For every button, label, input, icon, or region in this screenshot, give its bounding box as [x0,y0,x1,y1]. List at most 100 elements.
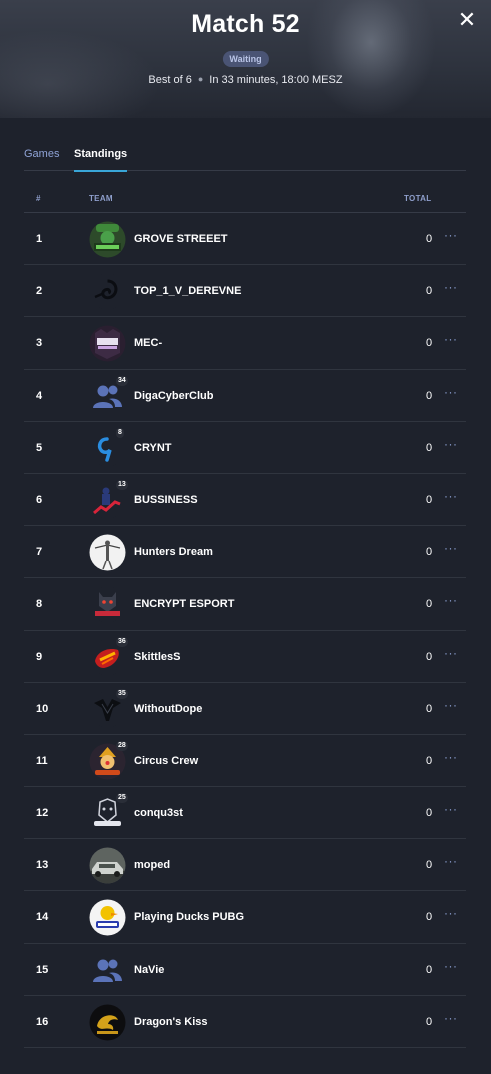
row-total: 0 [426,911,433,924]
team-logo [89,847,126,884]
table-row[interactable]: 5 8 CRYNT 0 ··· [24,422,466,474]
row-total: 0 [426,650,433,663]
team-logo [89,221,126,258]
table-row[interactable]: 10 35 WithoutDope 0 ··· [24,683,466,735]
member-count-badge: 28 [116,740,128,751]
team-name[interactable]: GROVE STREEET [134,233,228,245]
row-total: 0 [426,233,433,245]
row-total: 0 [426,807,433,820]
more-horizontal-icon[interactable]: ··· [444,541,462,555]
team-name[interactable]: conqu3st [134,807,183,819]
table-row[interactable]: 7 Hunters Dream 0 ··· [24,526,466,579]
team-logo [89,325,126,362]
row-rank: 4 [36,389,43,402]
moped-car-logo [89,847,126,884]
spiral-logo [89,273,126,310]
tab-standings[interactable]: Standings [74,148,128,172]
more-horizontal-icon[interactable]: ··· [444,750,462,764]
team-name[interactable]: NaVie [134,964,164,976]
table-row[interactable]: 8 ENCRYPT ESPORT 0 ··· [24,578,466,631]
row-rank: 9 [36,650,43,663]
column-rank: # [36,194,41,203]
team-name[interactable]: SkittlesS [134,651,180,663]
row-rank: 5 [36,441,43,454]
more-horizontal-icon[interactable]: ··· [444,854,462,868]
team-name[interactable]: Circus Crew [134,755,198,767]
row-total: 0 [426,859,433,872]
table-row[interactable]: 12 25 conqu3st 0 ··· [24,787,466,840]
close-icon[interactable]: ✕ [457,9,477,31]
more-horizontal-icon[interactable]: ··· [444,332,462,346]
table-row[interactable]: 14 Playing Ducks PUBG 0 ··· [24,891,466,944]
more-horizontal-icon[interactable]: ··· [444,593,462,607]
more-horizontal-icon[interactable]: ··· [444,228,462,242]
tab-bar: Games Standings [24,148,466,172]
team-name[interactable]: ENCRYPT ESPORT [134,598,234,610]
row-rank: 11 [36,754,48,767]
encrypt-logo [89,586,126,623]
team-logo [89,899,126,936]
team-name[interactable]: BUSSINESS [134,494,198,506]
more-horizontal-icon[interactable]: ··· [444,1011,462,1025]
tab-games[interactable]: Games [24,148,59,171]
team-name[interactable]: Hunters Dream [134,546,213,558]
more-horizontal-icon[interactable]: ··· [444,437,462,451]
member-count-badge: 25 [116,793,128,804]
table-row[interactable]: 6 13 BUSSINESS 0 ··· [24,474,466,527]
more-horizontal-icon[interactable]: ··· [444,906,462,920]
team-logo [89,273,126,310]
row-rank: 13 [36,859,49,872]
team-name[interactable]: Dragon's Kiss [134,1016,208,1028]
row-total: 0 [426,963,433,976]
row-rank: 6 [36,493,43,506]
row-rank: 14 [36,911,49,924]
grove-street-logo [89,221,126,258]
table-body: 1 GROVE STREEET 0 ··· 2 TOP_1_V_DEREVNE 0 ··· 3 M… [24,213,466,1048]
more-horizontal-icon[interactable]: ··· [444,802,462,816]
table-row[interactable]: 4 34 DigaCyberClub 0 ··· [24,370,466,422]
team-name[interactable]: TOP_1_V_DEREVNE [134,285,241,297]
member-count-badge: 36 [116,636,128,647]
table-row[interactable]: 3 MEC- 0 ··· [24,317,466,370]
match-header: Match 52 ✕ Waiting Best of 6 ● In 33 minut… [0,0,491,118]
default-team-icon [89,952,126,989]
row-total: 0 [426,702,433,715]
table-row[interactable]: 1 GROVE STREEET 0 ··· [24,213,466,266]
team-name[interactable]: WithoutDope [134,703,202,715]
row-rank: 7 [36,546,43,559]
row-rank: 15 [36,963,49,976]
row-total: 0 [426,598,433,611]
member-count-badge: 8 [116,427,124,438]
row-total: 0 [426,1015,433,1028]
column-team: TEAM [89,194,113,203]
row-rank: 2 [36,285,43,298]
table-row[interactable]: 13 moped 0 ··· [24,839,466,892]
table-row[interactable]: 9 36 SkittlesS 0 ··· [24,631,466,683]
table-row[interactable]: 16 Dragon's Kiss 0 ··· [24,996,466,1048]
hunters-dream-logo [89,534,126,571]
row-total: 0 [426,441,433,454]
member-count-badge: 35 [116,688,128,699]
table-row[interactable]: 15 NaVie 0 ··· [24,944,466,996]
more-horizontal-icon[interactable]: ··· [444,698,462,712]
row-rank: 12 [36,807,49,820]
team-name[interactable]: CRYNT [134,442,171,454]
row-total: 0 [426,389,433,402]
team-logo [89,1004,126,1041]
more-horizontal-icon[interactable]: ··· [444,959,462,973]
team-name[interactable]: MEC- [134,337,162,349]
row-rank: 3 [36,337,43,350]
more-horizontal-icon[interactable]: ··· [444,280,462,294]
row-total: 0 [426,337,433,350]
more-horizontal-icon[interactable]: ··· [444,489,462,503]
more-horizontal-icon[interactable]: ··· [444,646,462,660]
more-horizontal-icon[interactable]: ··· [444,385,462,399]
row-total: 0 [426,493,433,506]
table-row[interactable]: 2 TOP_1_V_DEREVNE 0 ··· [24,265,466,318]
table-row[interactable]: 11 28 Circus Crew 0 ··· [24,735,466,788]
team-name[interactable]: Playing Ducks PUBG [134,911,244,923]
dragons-kiss-logo [89,1004,126,1041]
standings-table: # TEAM TOTAL 1 GROVE STREEET 0 ··· 2 TOP_1_V_… [24,185,466,1048]
team-name[interactable]: DigaCyberClub [134,390,213,402]
team-name[interactable]: moped [134,859,170,871]
